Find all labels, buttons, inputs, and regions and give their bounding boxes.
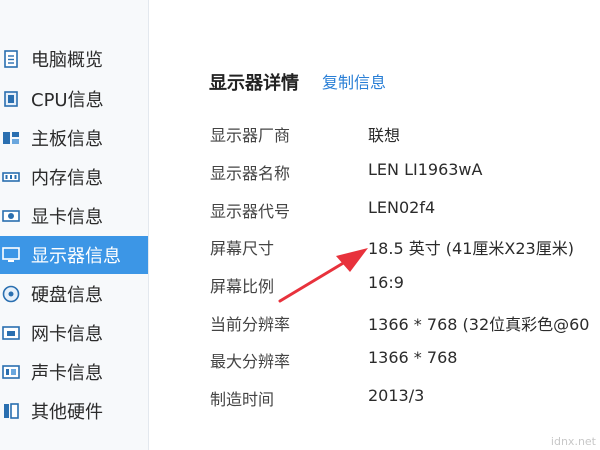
monitor-code-label: 显示器代号 [210, 202, 291, 221]
monitor-name-label: 显示器名称 [210, 164, 291, 183]
sidebar-item-sound[interactable]: 声卡信息 [0, 353, 148, 391]
current-resolution-label: 当前分辨率 [210, 315, 291, 334]
memory-icon [2, 168, 20, 186]
sidebar-item-label: 电脑概览 [31, 50, 103, 71]
sidebar-item-label: 内存信息 [31, 168, 103, 189]
sidebar-item-disk[interactable]: 硬盘信息 [0, 275, 148, 313]
sidebar-item-memory[interactable]: 内存信息 [0, 158, 148, 196]
monitor-vendor-value: 联想 [368, 126, 401, 145]
max-resolution-value: 1366 * 768 [368, 348, 458, 367]
sidebar-item-network[interactable]: 网卡信息 [0, 314, 148, 352]
graphics-card-icon [2, 207, 20, 225]
sidebar-item-label: 硬盘信息 [31, 285, 103, 306]
sound-card-icon [2, 363, 20, 381]
sidebar-item-monitor[interactable]: 显示器信息 [0, 236, 148, 274]
screen-size-value: 18.5 英寸 (41厘米X23厘米) [368, 239, 574, 258]
sidebar-item-overview[interactable]: 电脑概览 [0, 40, 148, 78]
cpu-icon [2, 90, 20, 108]
sidebar-item-label: 显示器信息 [31, 246, 121, 267]
aspect-ratio-value: 16:9 [368, 273, 404, 292]
motherboard-icon [2, 129, 20, 147]
watermark: idnx.net [550, 435, 596, 448]
manufacture-date-label: 制造时间 [210, 390, 275, 409]
manufacture-date-value: 2013/3 [368, 386, 425, 405]
sidebar: 电脑概览 CPU信息 主板信息 内存信息 显卡信息 显示器信息 硬盘信息 网卡信… [0, 0, 149, 450]
page-title: 显示器详情 [209, 73, 299, 94]
current-resolution-value: 1366 * 768 (32位真彩色@60 [368, 315, 590, 334]
copy-info-link[interactable]: 复制信息 [322, 69, 386, 93]
monitor-vendor-label: 显示器厂商 [210, 126, 291, 145]
aspect-ratio-label: 屏幕比例 [210, 277, 275, 296]
sidebar-item-other[interactable]: 其他硬件 [0, 392, 148, 430]
sidebar-item-label: 主板信息 [31, 129, 103, 150]
hardware-icon [2, 402, 20, 420]
sidebar-item-label: CPU信息 [31, 90, 104, 111]
monitor-name-value: LEN LI1963wA [368, 160, 483, 179]
monitor-icon [2, 246, 20, 264]
max-resolution-label: 最大分辨率 [210, 352, 291, 371]
screen-size-label: 屏幕尺寸 [210, 239, 275, 258]
sidebar-item-label: 其他硬件 [31, 402, 103, 423]
sidebar-item-label: 显卡信息 [31, 207, 103, 228]
sidebar-item-graphics[interactable]: 显卡信息 [0, 197, 148, 235]
monitor-code-value: LEN02f4 [368, 198, 436, 217]
sidebar-item-label: 声卡信息 [31, 363, 103, 384]
network-card-icon [2, 324, 20, 342]
disk-icon [2, 285, 20, 303]
sidebar-item-motherboard[interactable]: 主板信息 [0, 119, 148, 157]
document-icon [2, 50, 20, 68]
sidebar-item-cpu[interactable]: CPU信息 [0, 80, 148, 118]
sidebar-item-label: 网卡信息 [31, 324, 103, 345]
monitor-details-panel: 显示器详情 复制信息 显示器厂商 联想 显示器名称 LEN LI1963wA 显… [149, 0, 600, 450]
